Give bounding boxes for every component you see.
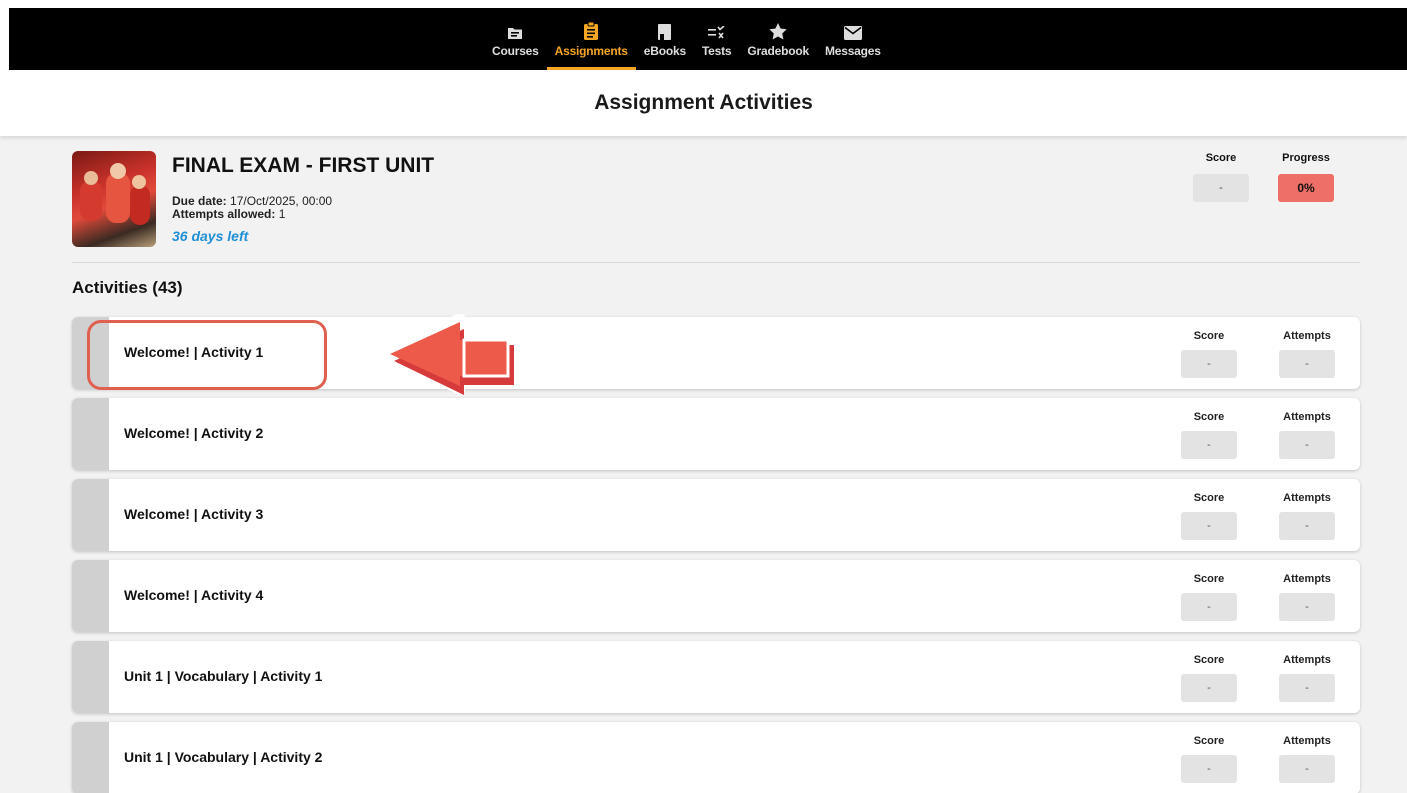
card-strip <box>72 722 109 793</box>
activities-header: Activities (43) <box>72 278 183 297</box>
top-bar: Courses Assignments eBooks Tests Gradebo… <box>0 0 1407 70</box>
attempts-value: - <box>1279 512 1335 540</box>
days-left: 36 days left <box>172 228 249 244</box>
score-label: Score <box>1193 492 1225 504</box>
nav-ebooks[interactable]: eBooks <box>636 8 694 70</box>
main-nav: Courses Assignments eBooks Tests Gradebo… <box>484 8 889 70</box>
due-date-value: 17/Oct/2025, 00:00 <box>230 194 333 208</box>
nav-tests[interactable]: Tests <box>694 8 739 70</box>
card-strip <box>72 479 109 551</box>
page-header: Assignment Activities <box>0 70 1407 136</box>
nav-label: eBooks <box>643 44 686 58</box>
activity-title[interactable]: Welcome! | Activity 3 <box>124 506 263 522</box>
card-strip <box>72 560 109 632</box>
card-strip <box>72 317 109 389</box>
score-value: - <box>1181 350 1237 378</box>
due-date-label: Due date: <box>172 194 227 208</box>
nav-gradebook[interactable]: Gradebook <box>739 8 817 70</box>
attempts-value: - <box>1279 431 1335 459</box>
activity-card[interactable]: Welcome! | Activity 4 Score Attempts - - <box>72 560 1360 632</box>
attempts-label: Attempts <box>1283 330 1331 342</box>
activity-title[interactable]: Unit 1 | Vocabulary | Activity 2 <box>124 749 322 765</box>
score-value: - <box>1181 674 1237 702</box>
activity-card[interactable]: Welcome! | Activity 1 Score Attempts - - <box>72 317 1360 389</box>
score-value: - <box>1181 431 1237 459</box>
assignment-thumbnail <box>72 151 156 247</box>
card-strip <box>72 641 109 713</box>
activity-card[interactable]: Welcome! | Activity 2 Score Attempts - - <box>72 398 1360 470</box>
card-strip <box>72 398 109 470</box>
attempts-label: Attempts <box>1283 492 1331 504</box>
activity-title[interactable]: Welcome! | Activity 1 <box>124 344 263 360</box>
envelope-icon <box>843 8 862 40</box>
folder-icon <box>507 8 523 40</box>
activity-title[interactable]: Welcome! | Activity 2 <box>124 425 263 441</box>
nav-label: Gradebook <box>747 44 809 58</box>
activity-card[interactable]: Welcome! | Activity 3 Score Attempts - - <box>72 479 1360 551</box>
attempts-label: Attempts <box>1283 573 1331 585</box>
attempts-value: - <box>1279 350 1335 378</box>
attempts-value: - <box>1279 593 1335 621</box>
top-nav-background: Courses Assignments eBooks Tests Gradebo… <box>9 8 1407 70</box>
score-label: Score <box>1193 573 1225 585</box>
page-title: Assignment Activities <box>594 91 813 114</box>
score-value: - <box>1181 512 1237 540</box>
score-label: Score <box>1193 330 1225 342</box>
attempts-label: Attempts <box>1283 735 1331 747</box>
attempts-label: Attempts <box>1283 411 1331 423</box>
score-header: Score <box>1205 152 1237 164</box>
attempts-allowed-value: 1 <box>278 207 286 221</box>
activity-card[interactable]: Unit 1 | Vocabulary | Activity 1 Score A… <box>72 641 1360 713</box>
nav-label: Messages <box>824 44 881 58</box>
assignment-summary: FINAL EXAM - FIRST UNIT Due date: 17/Oct… <box>72 150 1360 263</box>
clipboard-icon <box>584 8 599 40</box>
score-label: Score <box>1193 735 1225 747</box>
nav-label: Assignments <box>554 44 628 58</box>
attempts-value: - <box>1279 674 1335 702</box>
nav-assignments[interactable]: Assignments <box>546 8 636 70</box>
star-icon <box>769 8 787 40</box>
book-icon <box>658 8 672 40</box>
score-value: - <box>1181 593 1237 621</box>
assignment-title: FINAL EXAM - FIRST UNIT <box>172 154 435 177</box>
activity-title[interactable]: Unit 1 | Vocabulary | Activity 1 <box>124 668 322 684</box>
activity-card[interactable]: Unit 1 | Vocabulary | Activity 2 Score A… <box>72 722 1360 793</box>
nav-label: Courses <box>492 44 539 58</box>
progress-header: Progress <box>1282 152 1330 164</box>
activity-title[interactable]: Welcome! | Activity 4 <box>124 587 263 603</box>
assignment-meta: Due date: 17/Oct/2025, 00:00 Attempts al… <box>172 195 332 221</box>
attempts-value: - <box>1279 755 1335 783</box>
attempts-allowed-label: Attempts allowed: <box>172 207 276 221</box>
assignment-score: - <box>1193 174 1249 202</box>
score-label: Score <box>1193 654 1225 666</box>
progress-badge: 0% <box>1278 174 1334 202</box>
score-value: - <box>1181 755 1237 783</box>
score-label: Score <box>1193 411 1225 423</box>
checklist-icon <box>707 8 726 40</box>
nav-messages[interactable]: Messages <box>817 8 889 70</box>
nav-label: Tests <box>701 44 732 58</box>
nav-courses[interactable]: Courses <box>484 8 547 70</box>
attempts-label: Attempts <box>1283 654 1331 666</box>
